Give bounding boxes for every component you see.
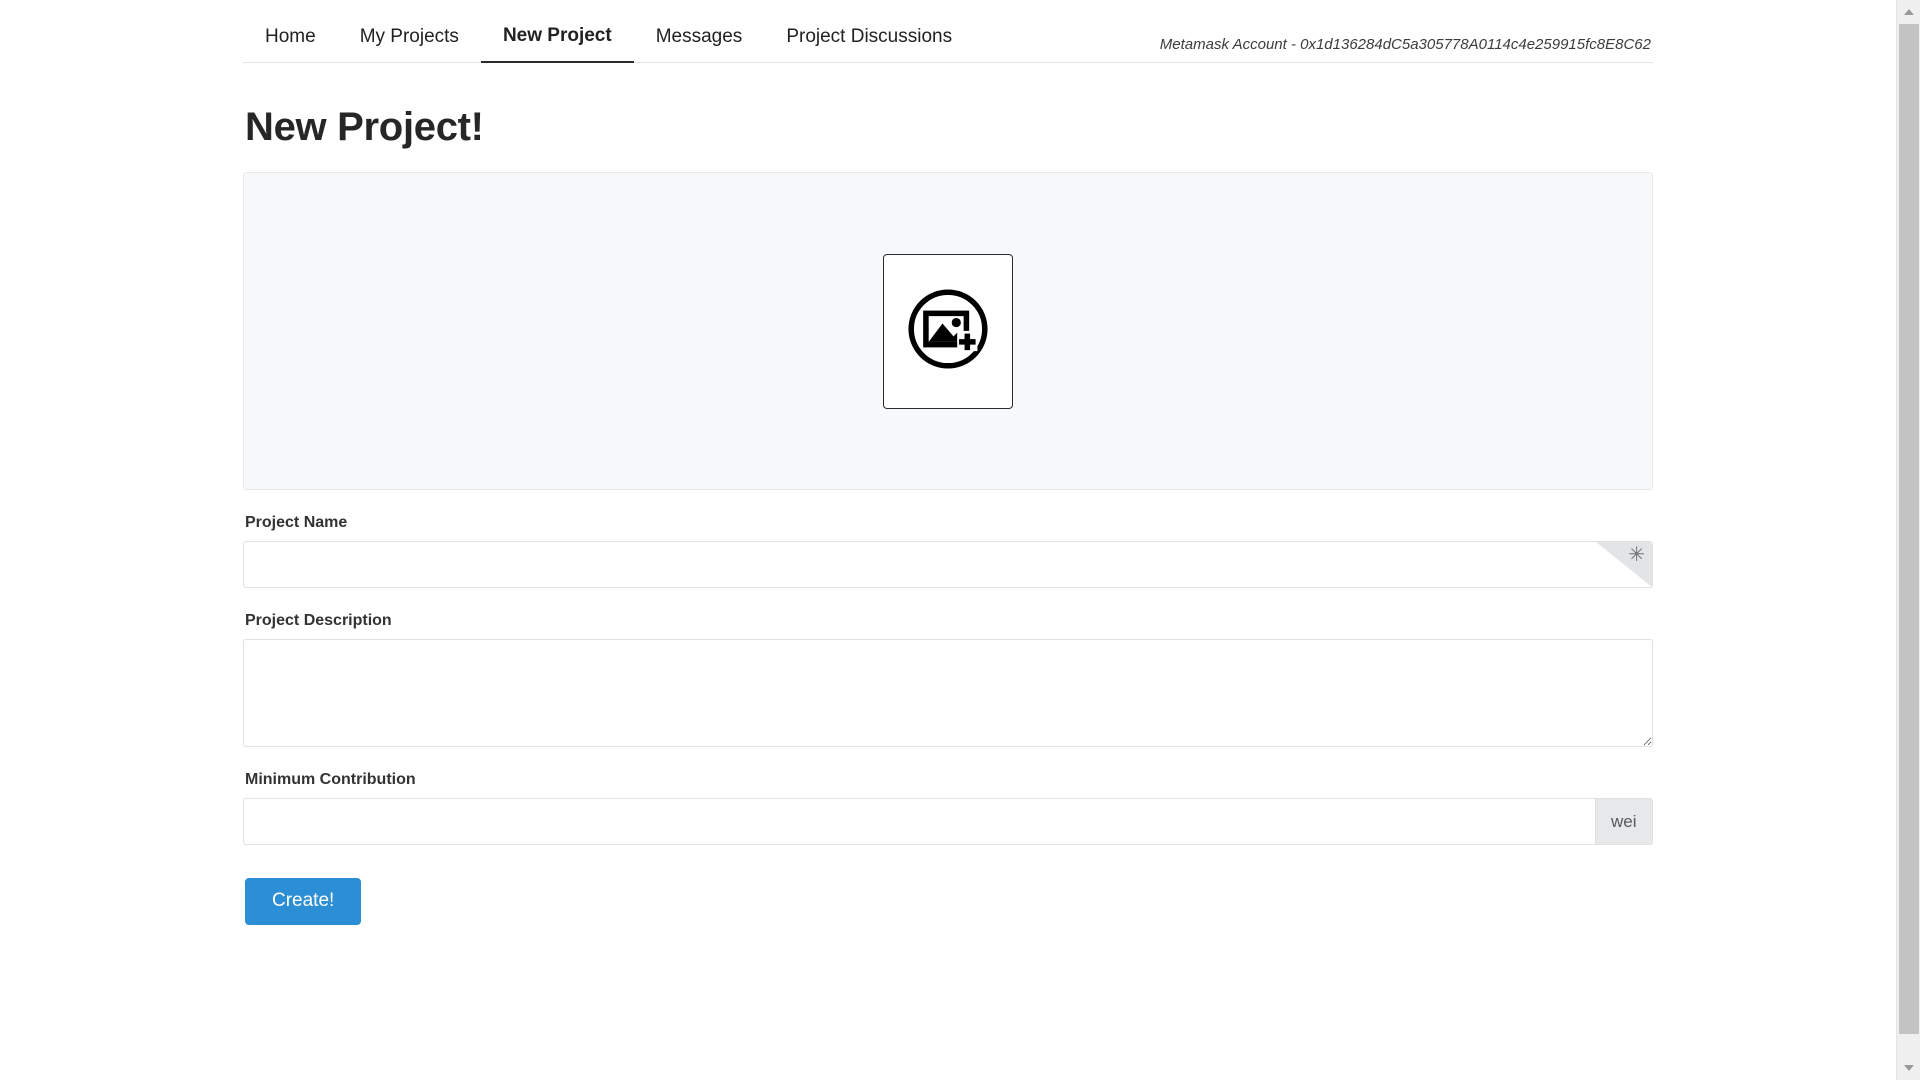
page-container: Home My Projects New Project Messages Pr… — [243, 0, 1653, 925]
chevron-down-icon — [1904, 1065, 1914, 1071]
minimum-contribution-label: Minimum Contribution — [245, 771, 416, 788]
page-content: Home My Projects New Project Messages Pr… — [0, 0, 1896, 1080]
browser-viewport: Home My Projects New Project Messages Pr… — [0, 0, 1920, 1080]
page-title: New Project! — [245, 105, 484, 149]
metamask-account-label: Metamask Account - 0x1d136284dC5a305778A… — [1159, 36, 1651, 53]
project-description-group: Project Description — [243, 612, 1653, 747]
nav-item-new-project[interactable]: New Project — [480, 12, 634, 63]
project-description-label: Project Description — [245, 612, 392, 629]
nav-item-my-projects[interactable]: My Projects — [338, 13, 481, 62]
project-name-input[interactable] — [243, 541, 1653, 588]
main-navigation: Home My Projects New Project Messages Pr… — [243, 0, 1653, 63]
project-image-dropzone[interactable] — [243, 172, 1653, 490]
create-button[interactable]: Create! — [245, 878, 362, 925]
nav-item-project-discussions[interactable]: Project Discussions — [764, 13, 974, 62]
minimum-contribution-input[interactable] — [243, 798, 1595, 845]
chevron-up-icon — [1904, 9, 1914, 15]
add-image-button[interactable] — [883, 253, 1013, 409]
scrollbar-up-button[interactable] — [1897, 0, 1920, 24]
vertical-scrollbar[interactable] — [1896, 0, 1920, 1080]
minimum-contribution-input-group: wei — [243, 798, 1653, 845]
minimum-contribution-group: Minimum Contribution wei — [243, 771, 1653, 845]
project-name-label: Project Name — [245, 514, 348, 531]
nav-item-home[interactable]: Home — [243, 13, 338, 62]
project-description-textarea[interactable] — [243, 639, 1653, 747]
scrollbar-thumb[interactable] — [1899, 24, 1919, 1034]
nav-item-messages[interactable]: Messages — [634, 13, 765, 62]
add-image-icon — [902, 283, 994, 380]
nav-item-list: Home My Projects New Project Messages Pr… — [243, 12, 974, 63]
wei-unit-addon: wei — [1594, 798, 1653, 845]
scrollbar-down-button[interactable] — [1897, 1056, 1920, 1080]
project-name-input-wrap: ✳ — [243, 541, 1653, 588]
project-name-group: Project Name ✳ — [243, 514, 1653, 588]
